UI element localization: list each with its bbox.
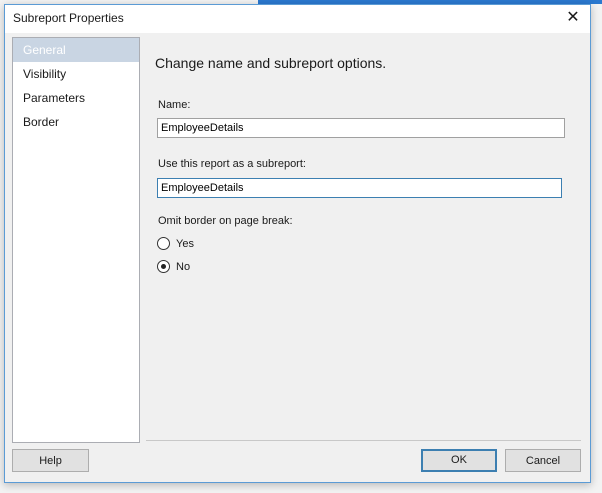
omit-border-label: Omit border on page break: [158, 215, 293, 227]
sidebar-item-border[interactable]: Border [13, 110, 139, 134]
sidebar-item-general[interactable]: General [13, 38, 139, 62]
dialog-title: Subreport Properties [13, 11, 124, 25]
name-input[interactable] [157, 118, 565, 138]
radio-no-label: No [176, 260, 191, 273]
title-bar: Subreport Properties ✕ [5, 5, 590, 33]
name-label: Name: [158, 99, 191, 111]
sidebar-item-visibility[interactable]: Visibility [13, 62, 139, 86]
help-button[interactable]: Help [12, 449, 89, 472]
close-icon[interactable]: ✕ [562, 7, 584, 29]
sidebar-item-parameters[interactable]: Parameters [13, 86, 139, 110]
subreport-label: Use this report as a subreport: [158, 158, 306, 170]
cancel-button[interactable]: Cancel [505, 449, 581, 472]
page-heading: Change name and subreport options. [155, 55, 387, 71]
radio-yes-label: Yes [176, 237, 194, 250]
radio-unchecked-icon [157, 237, 170, 250]
sidebar: General Visibility Parameters Border [12, 37, 140, 443]
subreport-properties-dialog: Subreport Properties ✕ General Visibilit… [4, 4, 591, 483]
subreport-input[interactable] [157, 178, 562, 198]
divider [146, 440, 581, 441]
radio-checked-icon [157, 260, 170, 273]
radio-no[interactable]: No [157, 260, 190, 273]
radio-yes[interactable]: Yes [157, 237, 194, 250]
ok-button[interactable]: OK [421, 449, 497, 472]
